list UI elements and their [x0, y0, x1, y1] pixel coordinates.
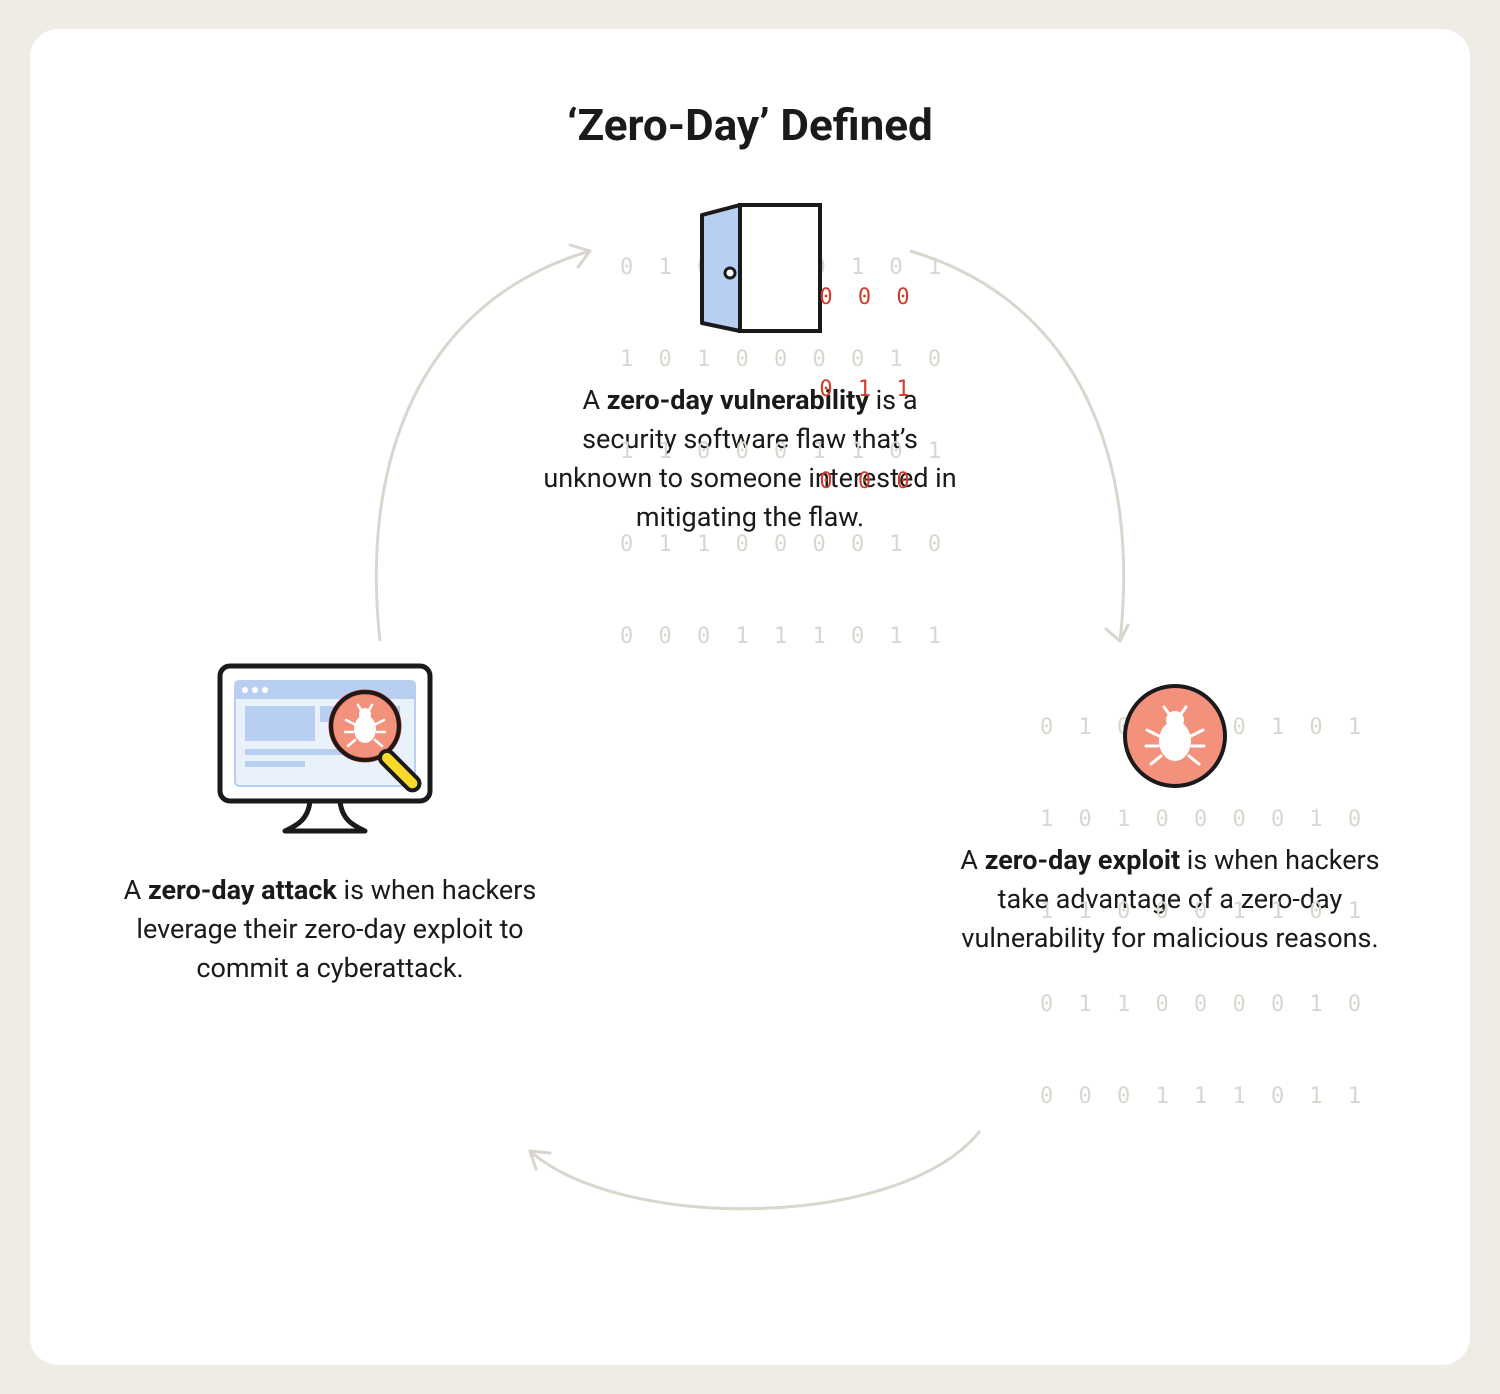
- attack-description: A zero-day attack is when hackers levera…: [120, 871, 540, 988]
- text-prefix: A: [960, 844, 984, 876]
- node-attack: A zero-day attack is when hackers levera…: [120, 651, 540, 988]
- arrow-bottom: [500, 1111, 1000, 1251]
- text-prefix: A: [582, 384, 606, 416]
- code-row: 0 0 0 1 1 1 0 1 1: [620, 622, 947, 653]
- node-vulnerability: 0 1 0 0 1 0 1 0 1 1 0 1 0 0 0 0 1 0 1 1 …: [540, 191, 960, 538]
- door-code-row: 0 0 0: [752, 467, 983, 498]
- bug-code-icon: 0 1 0 0 1 0 1 0 1 1 0 1 0 0 0 0 1 0 1 1 …: [960, 651, 1380, 821]
- door-code-icon: 0 1 0 0 1 0 1 0 1 1 0 1 0 0 0 0 1 0 1 1 …: [540, 191, 960, 361]
- code-row: 0 0 0 1 1 1 0 1 1: [1040, 1082, 1367, 1113]
- monitor-bug-icon: [120, 651, 540, 851]
- diagram-card: ‘Zero-Day’ Defined 0 1 0 0 1 0 1 0 1 1 0…: [30, 29, 1470, 1365]
- node-exploit: 0 1 0 0 1 0 1 0 1 1 0 1 0 0 0 0 1 0 1 1 …: [960, 651, 1380, 958]
- text-term: zero-day attack: [148, 874, 337, 906]
- code-row: 0 1 1 0 0 0 0 1 0: [1040, 990, 1367, 1021]
- code-row: 1 1 0 0 0 1 1 0 1: [1040, 897, 1367, 928]
- door-code-row: 0 1 1: [752, 375, 983, 406]
- diagram-title: ‘Zero-Day’ Defined: [90, 99, 1410, 151]
- code-row: 1 0 1 0 0 0 0 1 0: [1040, 805, 1367, 836]
- door-code-row: 0 0 0: [752, 283, 983, 314]
- text-prefix: A: [124, 874, 148, 906]
- cycle-container: 0 1 0 0 1 0 1 0 1 1 0 1 0 0 0 0 1 0 1 1 …: [90, 151, 1410, 1271]
